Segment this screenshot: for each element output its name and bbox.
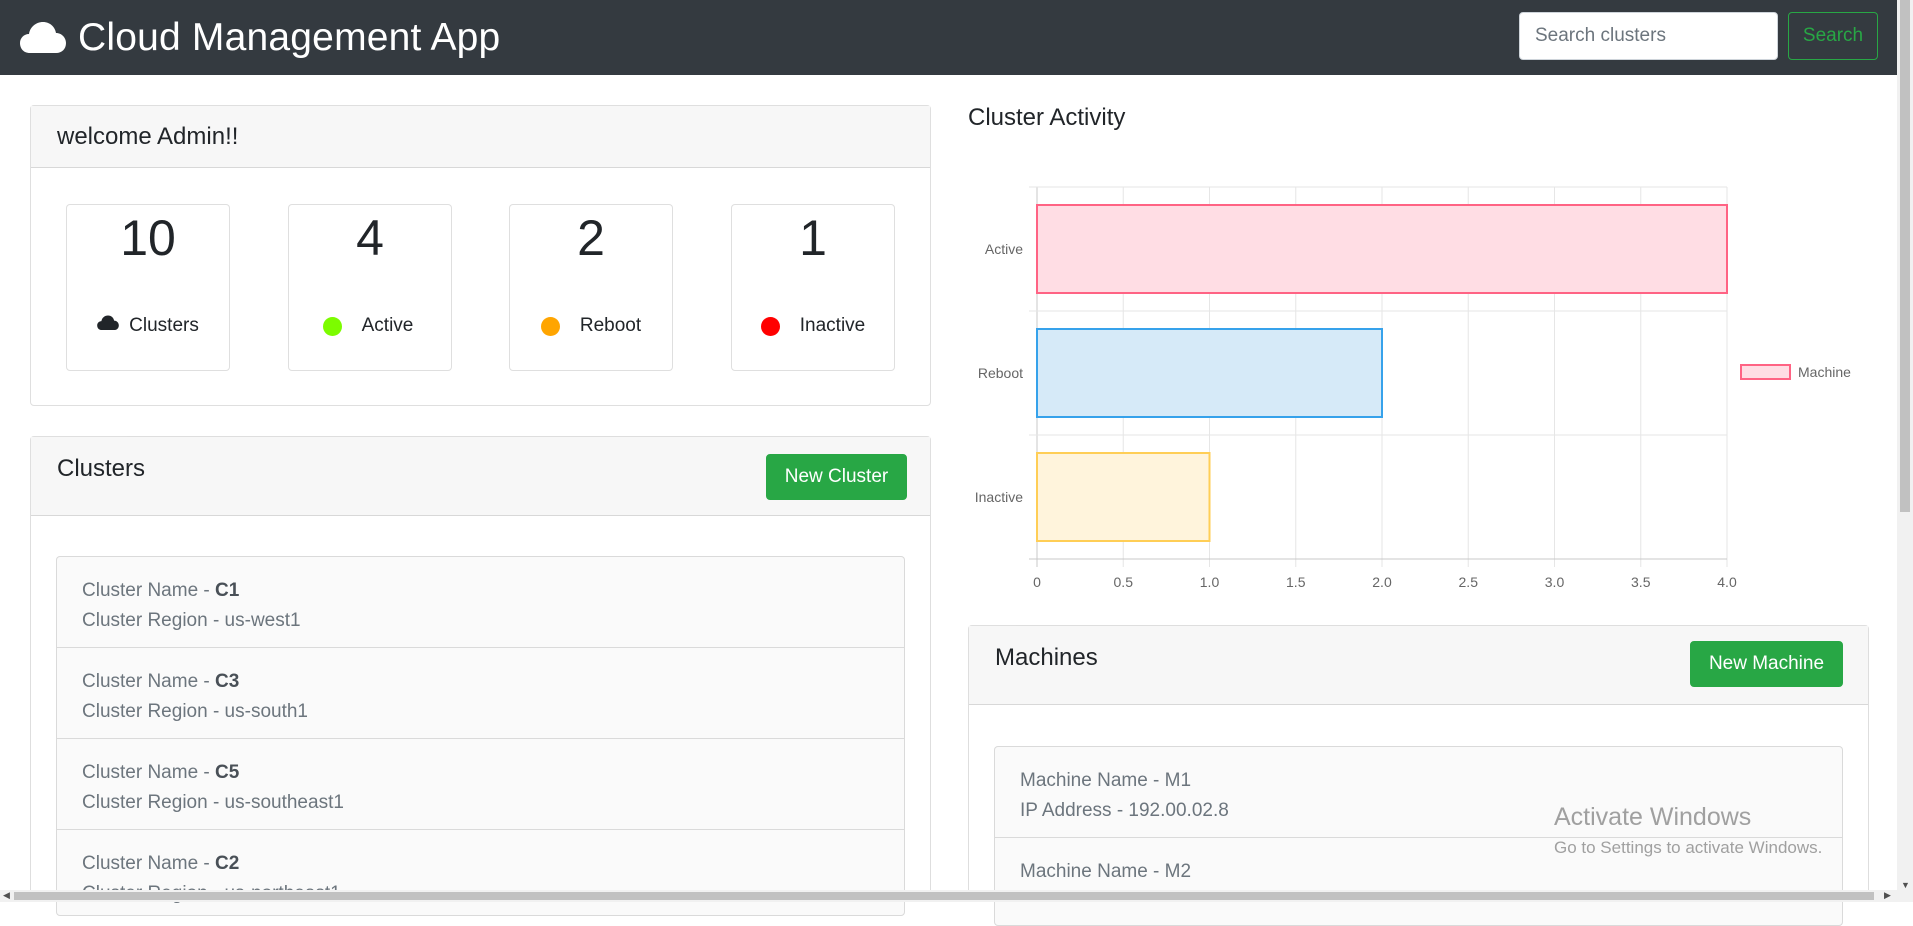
legend-swatch [1740, 364, 1791, 380]
x-tick-label: 3.5 [1631, 574, 1651, 590]
scroll-down-arrow-icon[interactable]: ▼ [1901, 880, 1910, 890]
y-tick-label: Inactive [975, 489, 1023, 505]
list-item[interactable]: Cluster Name - C2 Cluster Region - us-no… [57, 830, 904, 915]
bar [1036, 452, 1211, 542]
list-item[interactable]: Cluster Name - C5 Cluster Region - us-so… [57, 739, 904, 830]
cluster-name: C5 [215, 762, 240, 783]
stat-label: Reboot [579, 315, 642, 336]
welcome-card: welcome Admin!! 10 Clusters 4 Active 2 R… [30, 105, 931, 406]
machines-card: Machines New Machine Machine Name - M1 I… [968, 625, 1869, 926]
scroll-right-arrow-icon[interactable]: ▶ [1884, 890, 1891, 901]
activation-watermark-title: Activate Windows [1554, 803, 1752, 831]
cluster-activity-chart: 0 0.5 1.0 1.5 2.0 2.5 3.0 3.5 4.0 Active Reboot Ina… [975, 186, 1851, 590]
cluster-region: Cluster Region - us-southeast1 [82, 792, 344, 813]
cloud-icon [20, 21, 66, 55]
inactive-status-dot-icon [760, 316, 780, 336]
stat-value: 2 [577, 210, 605, 266]
machine-ip: IP Address - 192.00.02.8 [1020, 800, 1229, 821]
app-title: Cloud Management App [78, 15, 501, 59]
cluster-name-prefix: Cluster Name - [82, 853, 216, 874]
stat-label: Active [361, 315, 414, 336]
horizontal-scrollbar[interactable]: ◀ ▶ [0, 890, 1897, 902]
stat-value: 4 [356, 210, 384, 266]
cluster-name-prefix: Cluster Name - [82, 671, 216, 692]
new-machine-button[interactable]: New Machine [1690, 641, 1843, 687]
cloud-icon [97, 315, 119, 337]
cluster-list: Cluster Name - C1 Cluster Region - us-we… [56, 556, 905, 916]
reboot-status-dot-icon [540, 316, 560, 336]
activation-watermark-subtitle: Go to Settings to activate Windows. [1554, 838, 1823, 857]
stat-clusters: 10 Clusters [66, 204, 230, 371]
cluster-name: C3 [215, 671, 240, 692]
new-cluster-button[interactable]: New Cluster [766, 454, 907, 500]
vertical-scrollbar[interactable]: ▼ [1897, 0, 1913, 902]
stat-inactive: 1 Inactive [731, 204, 895, 371]
stat-value: 10 [120, 210, 176, 266]
y-tick-label: Active [985, 241, 1023, 257]
x-tick-label: 0.5 [1114, 574, 1134, 590]
cluster-name: C1 [215, 580, 240, 601]
welcome-title: welcome Admin!! [57, 122, 239, 150]
clusters-card: Clusters New Cluster Cluster Name - C1 C… [30, 436, 931, 916]
active-status-dot-icon [322, 316, 342, 336]
search-input[interactable] [1519, 12, 1778, 60]
stat-value: 1 [799, 210, 827, 266]
x-tick-label: 2.0 [1372, 574, 1392, 590]
machine-name: Machine Name - M1 [1020, 770, 1192, 791]
cluster-name-prefix: Cluster Name - [82, 580, 216, 601]
machine-name: Machine Name - M2 [1020, 861, 1192, 882]
clusters-title: Clusters [57, 455, 146, 482]
list-item[interactable]: Cluster Name - C3 Cluster Region - us-so… [57, 648, 904, 739]
x-tick-label: 1.5 [1286, 574, 1306, 590]
cluster-name-prefix: Cluster Name - [82, 762, 216, 783]
legend-label: Machine [1798, 364, 1851, 380]
cluster-name: C2 [215, 853, 240, 874]
clusters-header: Clusters New Cluster [31, 437, 930, 516]
cluster-region: Cluster Region - us-south1 [82, 701, 308, 722]
scroll-left-arrow-icon[interactable]: ◀ [3, 890, 10, 901]
stat-label: Inactive [799, 315, 866, 336]
bar [1036, 204, 1728, 294]
stat-label: Clusters [129, 315, 199, 336]
machines-header: Machines New Machine [969, 626, 1868, 705]
x-tick-label: 1.0 [1200, 574, 1220, 590]
stat-active: 4 Active [288, 204, 452, 371]
x-tick-label: 3.0 [1545, 574, 1565, 590]
x-tick-label: 0 [1033, 574, 1041, 590]
welcome-header: welcome Admin!! [31, 106, 930, 168]
cluster-region: Cluster Region - us-west1 [82, 610, 301, 631]
search-button[interactable]: Search [1788, 12, 1878, 60]
vertical-scroll-thumb[interactable] [1900, 0, 1910, 512]
chart-title: Cluster Activity [968, 104, 1126, 131]
x-tick-label: 2.5 [1459, 574, 1479, 590]
list-item[interactable]: Cluster Name - C1 Cluster Region - us-we… [57, 557, 904, 648]
x-tick-label: 4.0 [1717, 574, 1737, 590]
y-tick-label: Reboot [978, 365, 1023, 381]
stat-reboot: 2 Reboot [509, 204, 673, 371]
machines-title: Machines [995, 644, 1098, 671]
horizontal-scroll-thumb[interactable] [14, 892, 1874, 900]
top-navbar: Cloud Management App Search [0, 0, 1913, 75]
bar [1036, 328, 1383, 418]
app-brand[interactable]: Cloud Management App [20, 0, 500, 75]
